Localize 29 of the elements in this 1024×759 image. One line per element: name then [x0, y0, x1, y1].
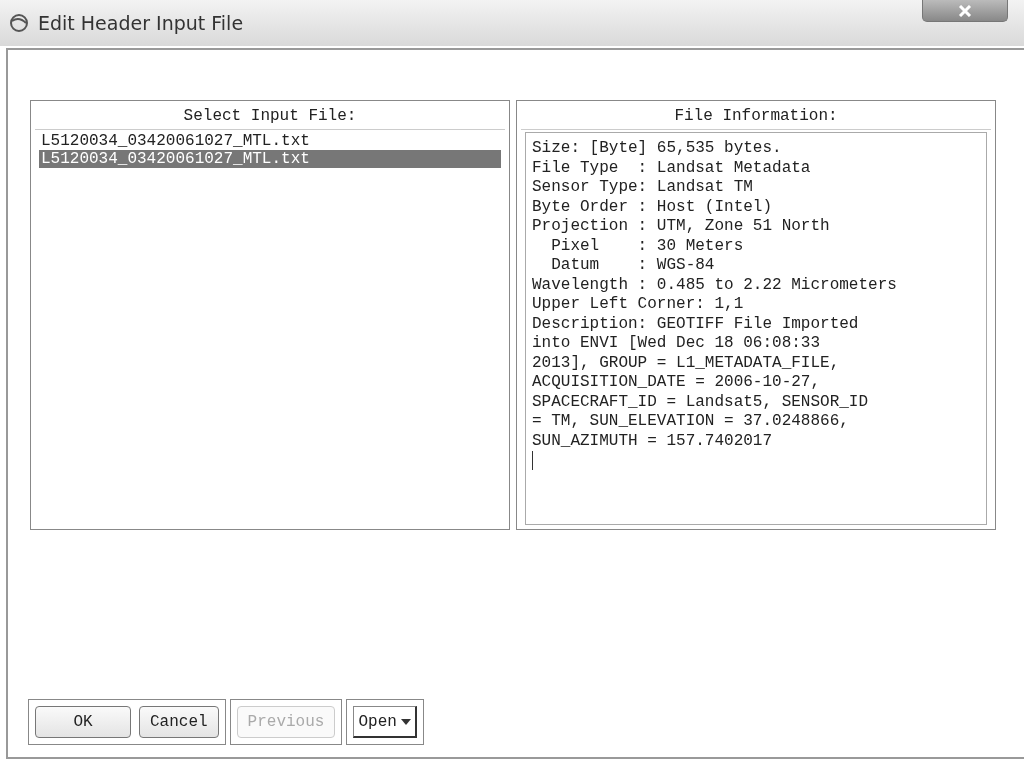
close-icon [958, 4, 972, 17]
file-list-item[interactable]: L5120034_03420061027_MTL.txt [39, 150, 501, 168]
panel-heading: File Information: [521, 105, 991, 130]
info-line: Upper Left Corner: 1,1 [532, 295, 745, 315]
panel-heading: Select Input File: [35, 105, 505, 130]
info-line: ACQUISITION_DATE = 2006-10-27, [532, 373, 822, 393]
globe-icon [8, 12, 30, 34]
info-line: Sensor Type: Landsat TM [532, 178, 754, 198]
info-line: File Type : Landsat Metadata [532, 158, 812, 178]
info-line: into ENVI [Wed Dec 18 06:08:33 [532, 334, 822, 354]
info-line: = TM, SUN_ELEVATION = 37.0248866, [532, 412, 850, 432]
info-line: Projection : UTM, Zone 51 North [532, 217, 831, 237]
info-line: Size: [Byte] 65,535 bytes. [532, 139, 783, 159]
push-button[interactable]: OK [35, 706, 131, 738]
info-line: 2013], GROUP = L1_METADATA_FILE, [532, 353, 841, 373]
window-title: Edit Header Input File [38, 12, 244, 34]
close-button[interactable] [922, 0, 1008, 22]
push-button[interactable]: Cancel [139, 706, 219, 738]
info-line: Description: GEOTIFF File Imported [532, 314, 860, 334]
info-line: SUN_AZIMUTH = 157.7402017 [532, 431, 774, 451]
info-line: Wavelength : 0.485 to 2.22 Micrometers [532, 275, 898, 295]
file-list-item[interactable]: L5120034_03420061027_MTL.txt [39, 132, 501, 150]
menu-button[interactable]: Open [353, 706, 417, 738]
caret-icon [400, 718, 411, 725]
info-line: Byte Order : Host (Intel) [532, 197, 774, 217]
info-line: SPACECRAFT_ID = Landsat5, SENSOR_ID [532, 392, 870, 412]
text-cursor [532, 451, 533, 470]
info-line: Pixel : 30 Meters [550, 236, 745, 256]
info-line: Datum : WGS-84 [550, 256, 716, 276]
